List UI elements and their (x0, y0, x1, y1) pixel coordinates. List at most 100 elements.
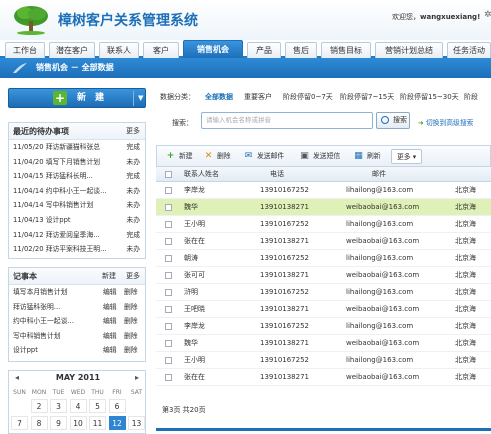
column-header-phone[interactable]: 电话 (270, 167, 284, 182)
todo-text[interactable]: 填写下月销售计划 (46, 158, 100, 166)
row-checkbox[interactable] (165, 255, 172, 262)
tab-contacts[interactable]: 联系人 (99, 42, 139, 58)
memo-new-link[interactable]: 新建 (102, 268, 116, 285)
calendar-day[interactable]: 5 (89, 399, 106, 413)
memo-edit-link[interactable]: 编辑 (103, 300, 117, 315)
row-checkbox[interactable] (165, 204, 172, 211)
table-row[interactable]: 张在在 13910138271 weibaobai@163.com 北京海 (156, 233, 491, 250)
todo-text[interactable]: 约中科小王一起谈... (46, 187, 107, 195)
todo-text[interactable]: 拜访平案科技王明... (46, 245, 107, 253)
contact-name[interactable]: 朝涛 (184, 250, 198, 267)
memo-text[interactable]: 设计ppt (13, 346, 38, 354)
tab-workbench[interactable]: 工作台 (5, 42, 45, 58)
contact-name[interactable]: 李岸龙 (184, 318, 205, 335)
memo-edit-link[interactable]: 编辑 (103, 314, 117, 329)
table-row[interactable]: 王小明 13910167252 lihailong@163.com 北京海 (156, 352, 491, 369)
row-checkbox[interactable] (165, 221, 172, 228)
settings-icon[interactable]: ✲ (484, 10, 491, 20)
new-button[interactable]: + 新 建 ▼ (8, 88, 146, 108)
table-row[interactable]: 张在在 13910138271 weibaobai@163.com 北京海 (156, 369, 491, 386)
contact-name[interactable]: 张在在 (184, 233, 205, 250)
calendar-day[interactable]: 2 (30, 399, 48, 413)
calendar-day[interactable]: 6 (108, 399, 126, 413)
memo-delete-link[interactable]: 删除 (124, 343, 138, 358)
tab-sales-targets[interactable]: 销售目标 (321, 42, 371, 58)
row-checkbox[interactable] (165, 187, 172, 194)
memo-text[interactable]: 填写本月销售计划 (13, 288, 67, 296)
calendar-day[interactable]: 13 (128, 416, 145, 430)
tab-opportunities[interactable]: 销售机会 (183, 40, 243, 58)
search-input[interactable]: 请输入机会名称或拼音 (201, 112, 373, 129)
memo-more-link[interactable]: 更多 (126, 268, 140, 285)
todo-text[interactable]: 设计ppt (46, 216, 71, 224)
todo-item[interactable]: 11/02/20 拜访平案科技王明... 未办 (9, 242, 145, 257)
toolbar-send-sms-button[interactable]: ▣ 发送短信 (299, 149, 340, 164)
memo-delete-link[interactable]: 删除 (124, 300, 138, 315)
todo-item[interactable]: 11/04/14 约中科小王一起谈... 未办 (9, 184, 145, 199)
row-checkbox[interactable] (165, 323, 172, 330)
memo-text[interactable]: 拜访猛科张明... (13, 303, 60, 311)
contact-name[interactable]: 张在在 (184, 369, 205, 386)
contact-name[interactable]: 张可可 (184, 267, 205, 284)
todo-item[interactable]: 11/04/15 拜访猛科长明... 完成 (9, 169, 145, 184)
column-header-name[interactable]: 联系人姓名 (184, 167, 219, 182)
row-checkbox[interactable] (165, 340, 172, 347)
toolbar-refresh-button[interactable]: ▦ 刷新 (353, 149, 380, 164)
contact-name[interactable]: 王小明 (184, 216, 205, 233)
contact-name[interactable]: 王吧晓 (184, 301, 205, 318)
search-button[interactable]: 搜索 (376, 112, 410, 129)
todo-more-link[interactable]: 更多 (126, 123, 140, 140)
table-row[interactable]: 魏华 13910138271 weibaobai@163.com 北京海 (156, 335, 491, 352)
row-checkbox[interactable] (165, 374, 172, 381)
todo-text[interactable]: 拜访猛科长明... (46, 172, 93, 180)
table-row[interactable]: 朝涛 13910167252 lihailong@163.com 北京海 (156, 250, 491, 267)
todo-item[interactable]: 11/04/20 填写下月销售计划 未办 (9, 155, 145, 170)
tab-marketing-plans[interactable]: 营销计划总结 (375, 42, 443, 58)
todo-text[interactable]: 写中科销售计划 (46, 201, 94, 209)
calendar-day[interactable]: 10 (69, 416, 87, 430)
table-row[interactable]: 浒明 13910167252 lihailong@163.com 北京海 (156, 284, 491, 301)
toolbar-more-button[interactable]: 更多 ▾ (391, 149, 423, 164)
contact-name[interactable]: 王小明 (184, 352, 205, 369)
memo-edit-link[interactable]: 编辑 (103, 343, 117, 358)
memo-edit-link[interactable]: 编辑 (103, 285, 117, 300)
column-header-email[interactable]: 邮件 (372, 167, 386, 182)
calendar-day[interactable]: 7 (11, 416, 28, 430)
row-checkbox[interactable] (165, 238, 172, 245)
toolbar-new-button[interactable]: + 新建 (165, 149, 193, 164)
tab-products[interactable]: 产品 (247, 42, 281, 58)
tab-customers[interactable]: 客户 (143, 42, 179, 58)
table-row[interactable]: 王小明 13910167252 lihailong@163.com 北京海 (156, 216, 491, 233)
table-row[interactable]: 李岸龙 13910167252 lihailong@163.com 北京海 (156, 182, 491, 199)
calendar-day[interactable]: 8 (30, 416, 48, 430)
select-all-checkbox[interactable] (165, 171, 172, 178)
table-row[interactable]: 魏华 13910138271 weibaobai@163.com 北京海 (156, 199, 491, 216)
chevron-down-icon[interactable]: ▼ (138, 89, 143, 108)
calendar-day[interactable]: 9 (50, 416, 67, 430)
todo-text[interactable]: 拜访爱阅皇季海... (46, 231, 100, 239)
toolbar-delete-button[interactable]: ✕ 删除 (203, 149, 231, 164)
next-month-icon[interactable]: ▸ (135, 373, 139, 382)
filter-stage-7-15[interactable]: 阶段停留7~15天 (340, 92, 394, 102)
calendar-day[interactable]: 4 (69, 399, 87, 413)
filter-stage-0-7[interactable]: 阶段停留0~7天 (283, 92, 333, 102)
table-row[interactable]: 张可可 13910138271 weibaobai@163.com 北京海 (156, 267, 491, 284)
todo-item[interactable]: 11/04/14 写中科销售计划 未办 (9, 198, 145, 213)
contact-name[interactable]: 浒明 (184, 284, 198, 301)
tab-after-sales[interactable]: 售后 (285, 42, 317, 58)
filter-important[interactable]: 重要客户 (244, 92, 272, 102)
row-checkbox[interactable] (165, 306, 172, 313)
table-row[interactable]: 李岸龙 13910167252 lihailong@163.com 北京海 (156, 318, 491, 335)
todo-item[interactable]: 11/04/12 拜访爱阅皇季海... 完成 (9, 228, 145, 243)
filter-all[interactable]: 全部数据 (205, 92, 233, 102)
memo-delete-link[interactable]: 删除 (124, 314, 138, 329)
memo-delete-link[interactable]: 删除 (124, 329, 138, 344)
row-checkbox[interactable] (165, 289, 172, 296)
table-row[interactable]: 王吧晓 13910138271 weibaobai@163.com 北京海 (156, 301, 491, 318)
calendar-day[interactable]: 3 (50, 399, 67, 413)
contact-name[interactable]: 魏华 (184, 335, 198, 352)
filter-stage-15-30[interactable]: 阶段停留15~30天 (400, 92, 459, 102)
calendar-day[interactable]: 11 (89, 416, 106, 430)
todo-item[interactable]: 11/05/20 拜访新疆猫科张总 完成 (9, 140, 145, 155)
tab-tasks[interactable]: 任务活动 (447, 42, 491, 58)
